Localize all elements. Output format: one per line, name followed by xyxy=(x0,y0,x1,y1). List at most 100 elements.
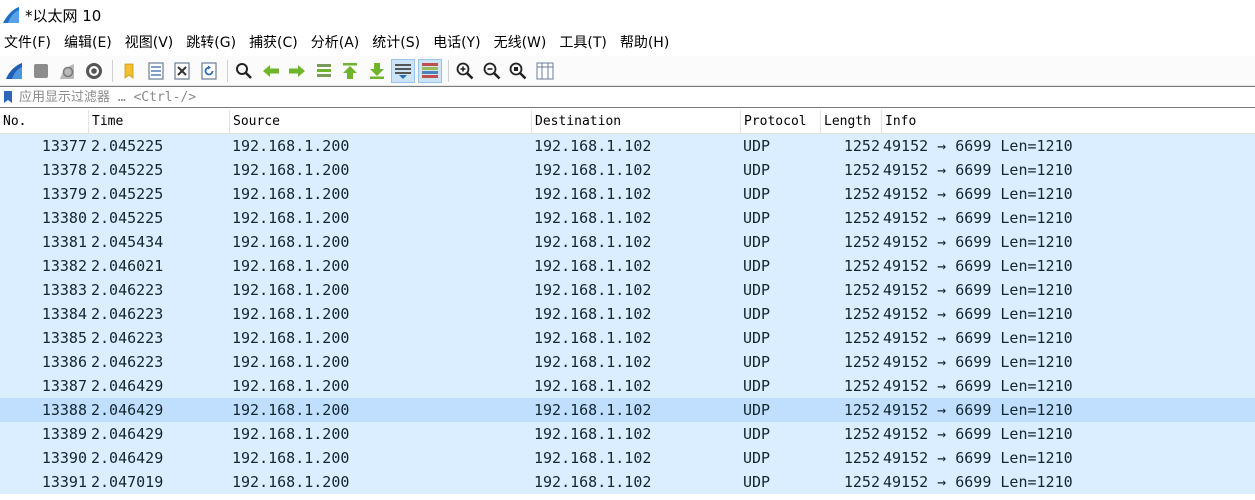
packet-cell-no: 13378 xyxy=(41,161,87,179)
packet-row[interactable]: 13386 2.046223 192.168.1.200 192.168.1.102 U… xyxy=(0,350,1255,374)
packet-cell-info: 49152 → 6699 Len=1210 xyxy=(883,161,1073,179)
start-capture-icon xyxy=(6,62,22,79)
auto-scroll-button[interactable] xyxy=(391,58,415,83)
packet-cell-destination: 192.168.1.102 xyxy=(534,449,652,467)
packet-cell-source: 192.168.1.200 xyxy=(232,449,350,467)
close-file-button[interactable] xyxy=(170,59,194,83)
packet-cell-time: 2.046223 xyxy=(91,281,164,299)
menu-item[interactable]: 捕获(C) xyxy=(244,30,306,56)
column-header-info[interactable]: Info xyxy=(882,110,1255,134)
packet-row[interactable]: 13379 2.045225 192.168.1.200 192.168.1.102 U… xyxy=(0,182,1255,206)
packet-cell-length: 1252 xyxy=(843,137,880,155)
packet-row[interactable]: 13381 2.045434 192.168.1.200 192.168.1.102 U… xyxy=(0,230,1255,254)
start-capture-button[interactable] xyxy=(2,59,26,83)
packet-cell-no: 13381 xyxy=(41,233,87,251)
colorize-button[interactable] xyxy=(417,58,442,83)
packet-cell-time: 2.045225 xyxy=(91,137,164,155)
zoom-normal-button[interactable] xyxy=(506,59,530,83)
packet-cell-protocol: UDP xyxy=(743,281,771,299)
go-to-packet-button[interactable] xyxy=(312,59,336,83)
colorize-icon xyxy=(421,62,438,78)
zoom-in-icon xyxy=(456,62,474,79)
filter-bookmark-button[interactable] xyxy=(1,88,15,106)
packet-cell-destination: 192.168.1.102 xyxy=(534,281,652,299)
packet-cell-time: 2.046429 xyxy=(91,401,164,419)
go-first-icon xyxy=(343,62,357,79)
packet-row[interactable]: 13387 2.046429 192.168.1.200 192.168.1.102 U… xyxy=(0,374,1255,398)
packet-cell-source: 192.168.1.200 xyxy=(232,377,350,395)
go-first-button[interactable] xyxy=(338,59,362,83)
column-header-protocol[interactable]: Protocol xyxy=(741,110,821,134)
packet-cell-time: 2.046223 xyxy=(91,305,164,323)
packet-row[interactable]: 13385 2.046223 192.168.1.200 192.168.1.102 U… xyxy=(0,326,1255,350)
menu-item[interactable]: 跳转(G) xyxy=(181,30,244,56)
go-last-button[interactable] xyxy=(365,59,389,83)
menu-item[interactable]: 文件(F) xyxy=(0,30,59,56)
packet-cell-destination: 192.168.1.102 xyxy=(534,329,652,347)
packet-cell-info: 49152 → 6699 Len=1210 xyxy=(883,425,1073,443)
packet-cell-protocol: UDP xyxy=(743,329,771,347)
go-forward-button[interactable] xyxy=(285,59,309,83)
find-packet-button[interactable] xyxy=(232,59,256,83)
packet-cell-destination: 192.168.1.102 xyxy=(534,401,652,419)
packet-row[interactable]: 13382 2.046021 192.168.1.200 192.168.1.102 U… xyxy=(0,254,1255,278)
packet-cell-no: 13391 xyxy=(41,473,87,491)
packet-cell-info: 49152 → 6699 Len=1210 xyxy=(883,401,1073,419)
column-header-source[interactable]: Source xyxy=(230,110,532,134)
packet-cell-length: 1252 xyxy=(843,377,880,395)
packet-row[interactable]: 13384 2.046223 192.168.1.200 192.168.1.102 U… xyxy=(0,302,1255,326)
capture-options-button[interactable] xyxy=(82,59,106,83)
packet-cell-protocol: UDP xyxy=(743,377,771,395)
packet-cell-no: 13379 xyxy=(41,185,87,203)
packet-row[interactable]: 13378 2.045225 192.168.1.200 192.168.1.102 U… xyxy=(0,158,1255,182)
packet-row[interactable]: 13391 2.047019 192.168.1.200 192.168.1.102 U… xyxy=(0,470,1255,494)
open-file-button[interactable] xyxy=(117,59,141,83)
packet-row[interactable]: 13389 2.046429 192.168.1.200 192.168.1.102 U… xyxy=(0,422,1255,446)
menu-item[interactable]: 工具(T) xyxy=(554,30,614,56)
packet-cell-no: 13377 xyxy=(41,137,87,155)
go-back-button[interactable] xyxy=(259,59,283,83)
menu-item[interactable]: 帮助(H) xyxy=(615,30,677,56)
menu-item[interactable]: 分析(A) xyxy=(306,30,368,56)
packet-cell-info: 49152 → 6699 Len=1210 xyxy=(883,473,1073,491)
find-packet-icon xyxy=(236,62,252,79)
column-header-time[interactable]: Time xyxy=(89,110,230,134)
column-header-length[interactable]: Length xyxy=(821,110,882,134)
packet-row[interactable]: 13388 2.046429 192.168.1.200 192.168.1.102 U… xyxy=(0,398,1255,422)
packet-cell-destination: 192.168.1.102 xyxy=(534,377,652,395)
packet-cell-no: 13380 xyxy=(41,209,87,227)
packet-cell-time: 2.045434 xyxy=(91,233,164,251)
column-header-destination[interactable]: Destination xyxy=(532,110,741,134)
menu-item[interactable]: 无线(W) xyxy=(489,30,555,56)
reload-file-button[interactable] xyxy=(197,59,221,83)
column-header-no[interactable]: No. xyxy=(0,110,89,134)
packet-cell-time: 2.046223 xyxy=(91,353,164,371)
packet-cell-info: 49152 → 6699 Len=1210 xyxy=(883,305,1073,323)
menu-item[interactable]: 统计(S) xyxy=(367,30,428,56)
resize-columns-icon xyxy=(536,62,553,79)
menu-item[interactable]: 电话(Y) xyxy=(428,30,488,56)
packet-cell-info: 49152 → 6699 Len=1210 xyxy=(883,233,1073,251)
packet-cell-info: 49152 → 6699 Len=1210 xyxy=(883,377,1073,395)
packet-cell-source: 192.168.1.200 xyxy=(232,401,350,419)
zoom-in-button[interactable] xyxy=(453,59,477,83)
packet-cell-no: 13384 xyxy=(41,305,87,323)
packet-row[interactable]: 13390 2.046429 192.168.1.200 192.168.1.102 U… xyxy=(0,446,1255,470)
resize-columns-button[interactable] xyxy=(533,59,557,83)
display-filter-input[interactable] xyxy=(15,87,1255,107)
packet-row[interactable]: 13383 2.046223 192.168.1.200 192.168.1.102 U… xyxy=(0,278,1255,302)
open-file-icon xyxy=(124,63,134,79)
packet-cell-destination: 192.168.1.102 xyxy=(534,161,652,179)
menu-item[interactable]: 视图(V) xyxy=(120,30,182,56)
packet-row[interactable]: 13380 2.045225 192.168.1.200 192.168.1.102 U… xyxy=(0,206,1255,230)
restart-capture-button[interactable] xyxy=(55,59,79,83)
main-toolbar xyxy=(0,56,1255,86)
packet-cell-source: 192.168.1.200 xyxy=(232,257,350,275)
packet-row[interactable]: 13377 2.045225 192.168.1.200 192.168.1.102 U… xyxy=(0,134,1255,158)
save-file-button[interactable] xyxy=(144,59,168,83)
packet-cell-source: 192.168.1.200 xyxy=(232,209,350,227)
zoom-out-button[interactable] xyxy=(480,59,504,83)
stop-capture-button[interactable] xyxy=(29,59,53,83)
menu-item[interactable]: 编辑(E) xyxy=(59,30,120,56)
window-title: *以太网 10 xyxy=(25,6,102,25)
